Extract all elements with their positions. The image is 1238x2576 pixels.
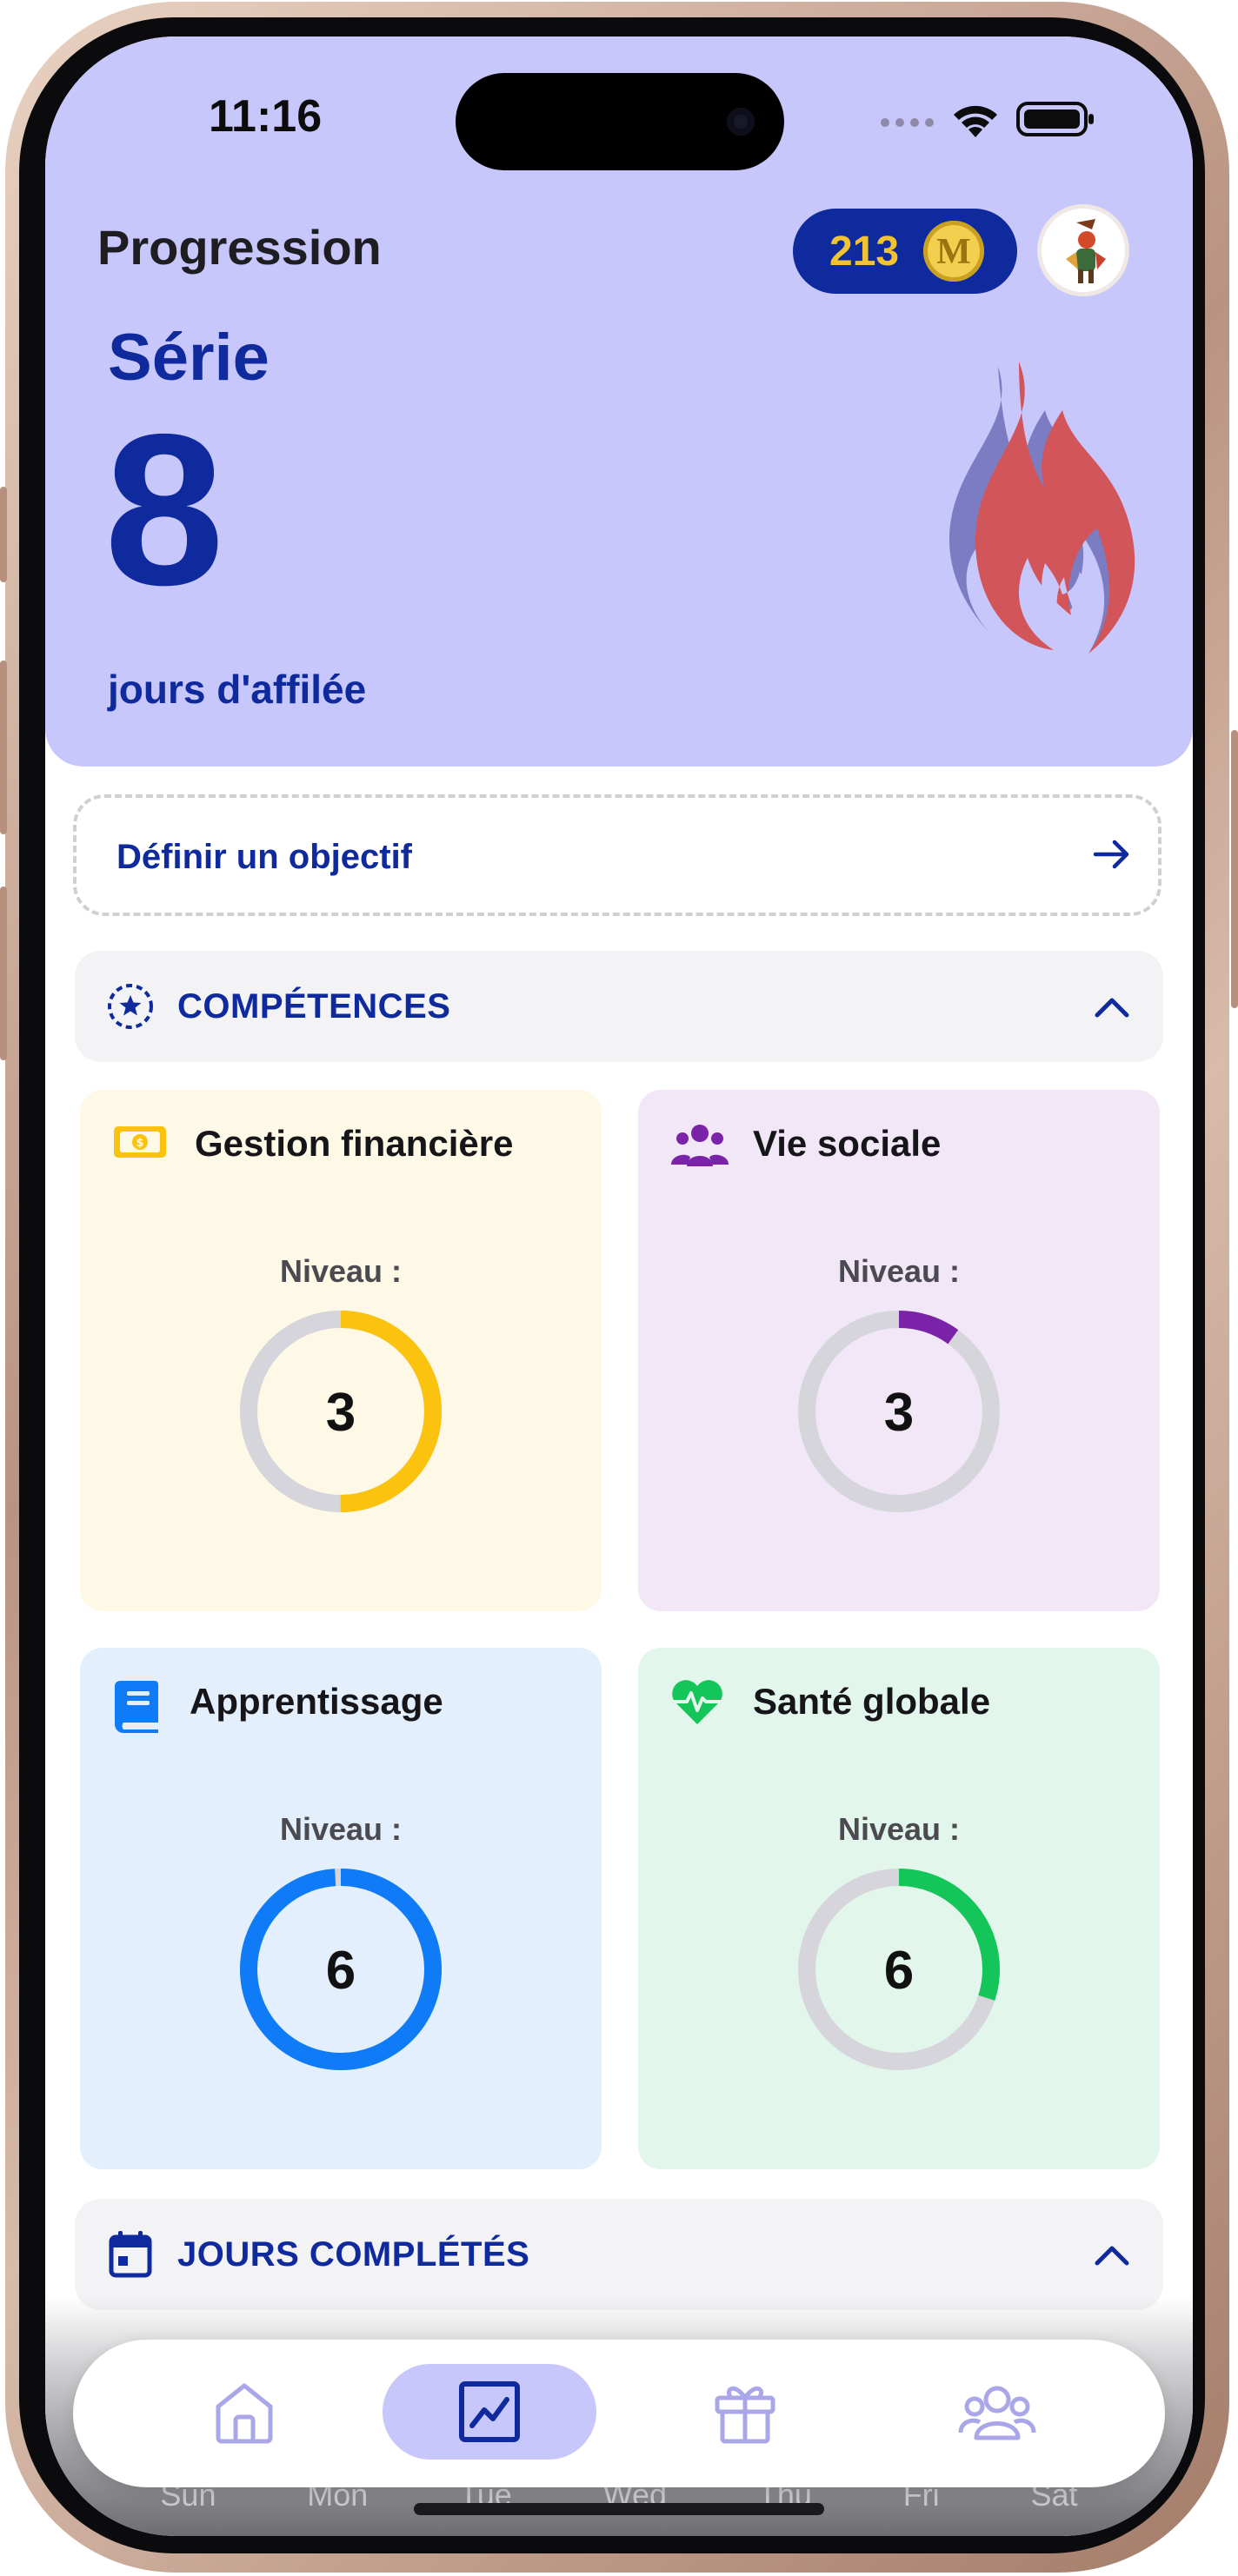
wifi-icon	[954, 105, 997, 137]
dynamic-island	[456, 73, 784, 170]
level-label: Niveau :	[837, 1811, 961, 1847]
arrow-right-icon	[1093, 840, 1129, 869]
tab-bar	[73, 2340, 1165, 2487]
skill-card-health[interactable]: Santé globale Niveau : 6	[638, 1648, 1160, 2169]
home-icon	[216, 2383, 273, 2444]
skill-card-learning[interactable]: Apprentissage Niveau : 6	[80, 1648, 602, 2169]
svg-text:$: $	[136, 1137, 143, 1150]
avatar[interactable]	[1042, 209, 1125, 292]
skills-section-label: COMPÉTENCES	[177, 987, 451, 1026]
calendar-icon	[109, 2231, 152, 2278]
power-button	[1231, 730, 1238, 1008]
set-objective-button[interactable]: Définir un objectif	[73, 794, 1161, 916]
tab-home[interactable]	[137, 2364, 351, 2460]
star-badge-icon	[108, 984, 153, 1029]
book-icon	[115, 1681, 158, 1733]
days-section-label: JOURS COMPLÉTÉS	[177, 2235, 530, 2274]
battery-icon	[1016, 102, 1094, 136]
coin-count: 213	[829, 229, 900, 275]
home-indicator[interactable]	[414, 2503, 824, 2515]
money-icon: $	[114, 1126, 166, 1158]
group-icon	[958, 2386, 1036, 2440]
streak-label: Série	[108, 321, 270, 395]
chevron-up-icon[interactable]	[1090, 986, 1134, 1029]
coin-balance[interactable]: 213 M	[793, 209, 1017, 294]
skills-section-header[interactable]: COMPÉTENCES	[75, 951, 1163, 1062]
progress-header: 11:16 Progression 213 M Série 8 jours d'…	[45, 37, 1193, 767]
chevron-up-icon[interactable]	[1090, 2234, 1134, 2277]
level-label: Niveau :	[279, 1253, 403, 1289]
days-section-header[interactable]: JOURS COMPLÉTÉS	[75, 2199, 1163, 2310]
volume-up-button	[0, 661, 7, 834]
level-value: 3	[883, 1383, 915, 1443]
people-icon	[671, 1125, 729, 1166]
camera-icon	[727, 108, 755, 136]
status-time: 11:16	[209, 91, 323, 142]
avatar-illustration-icon	[1042, 209, 1125, 292]
objective-label: Définir un objectif	[116, 838, 412, 876]
skill-card-finance[interactable]: $ Gestion financière Niveau : 3	[80, 1090, 602, 1611]
skill-title: Gestion financière	[195, 1123, 514, 1164]
skill-card-social[interactable]: Vie sociale Niveau : 3	[638, 1090, 1160, 1611]
level-label: Niveau :	[279, 1811, 403, 1847]
chart-icon	[459, 2381, 520, 2442]
volume-down-button	[0, 886, 7, 1060]
heart-pulse-icon	[672, 1680, 722, 1724]
tab-community[interactable]	[890, 2364, 1104, 2460]
level-label: Niveau :	[837, 1253, 961, 1289]
skill-title: Vie sociale	[753, 1123, 942, 1164]
app-screen: 11:16 Progression 213 M Série 8 jours d'…	[45, 37, 1193, 2536]
level-value: 6	[325, 1941, 356, 2001]
flame-icon	[949, 362, 1135, 654]
skill-title: Apprentissage	[190, 1681, 443, 1722]
streak-subtitle: jours d'affilée	[108, 667, 367, 712]
level-value: 6	[883, 1941, 915, 2001]
tab-progression[interactable]	[383, 2364, 596, 2460]
status-icons	[878, 99, 1095, 139]
skill-title: Santé globale	[753, 1681, 991, 1722]
level-value: 3	[325, 1383, 356, 1443]
signal-icon	[881, 118, 934, 127]
streak-value: 8	[104, 388, 224, 630]
coin-icon: M	[923, 221, 984, 282]
silent-switch	[0, 487, 7, 582]
gift-icon	[715, 2386, 775, 2444]
page-title: Progression	[97, 220, 382, 275]
tab-rewards[interactable]	[638, 2364, 852, 2460]
